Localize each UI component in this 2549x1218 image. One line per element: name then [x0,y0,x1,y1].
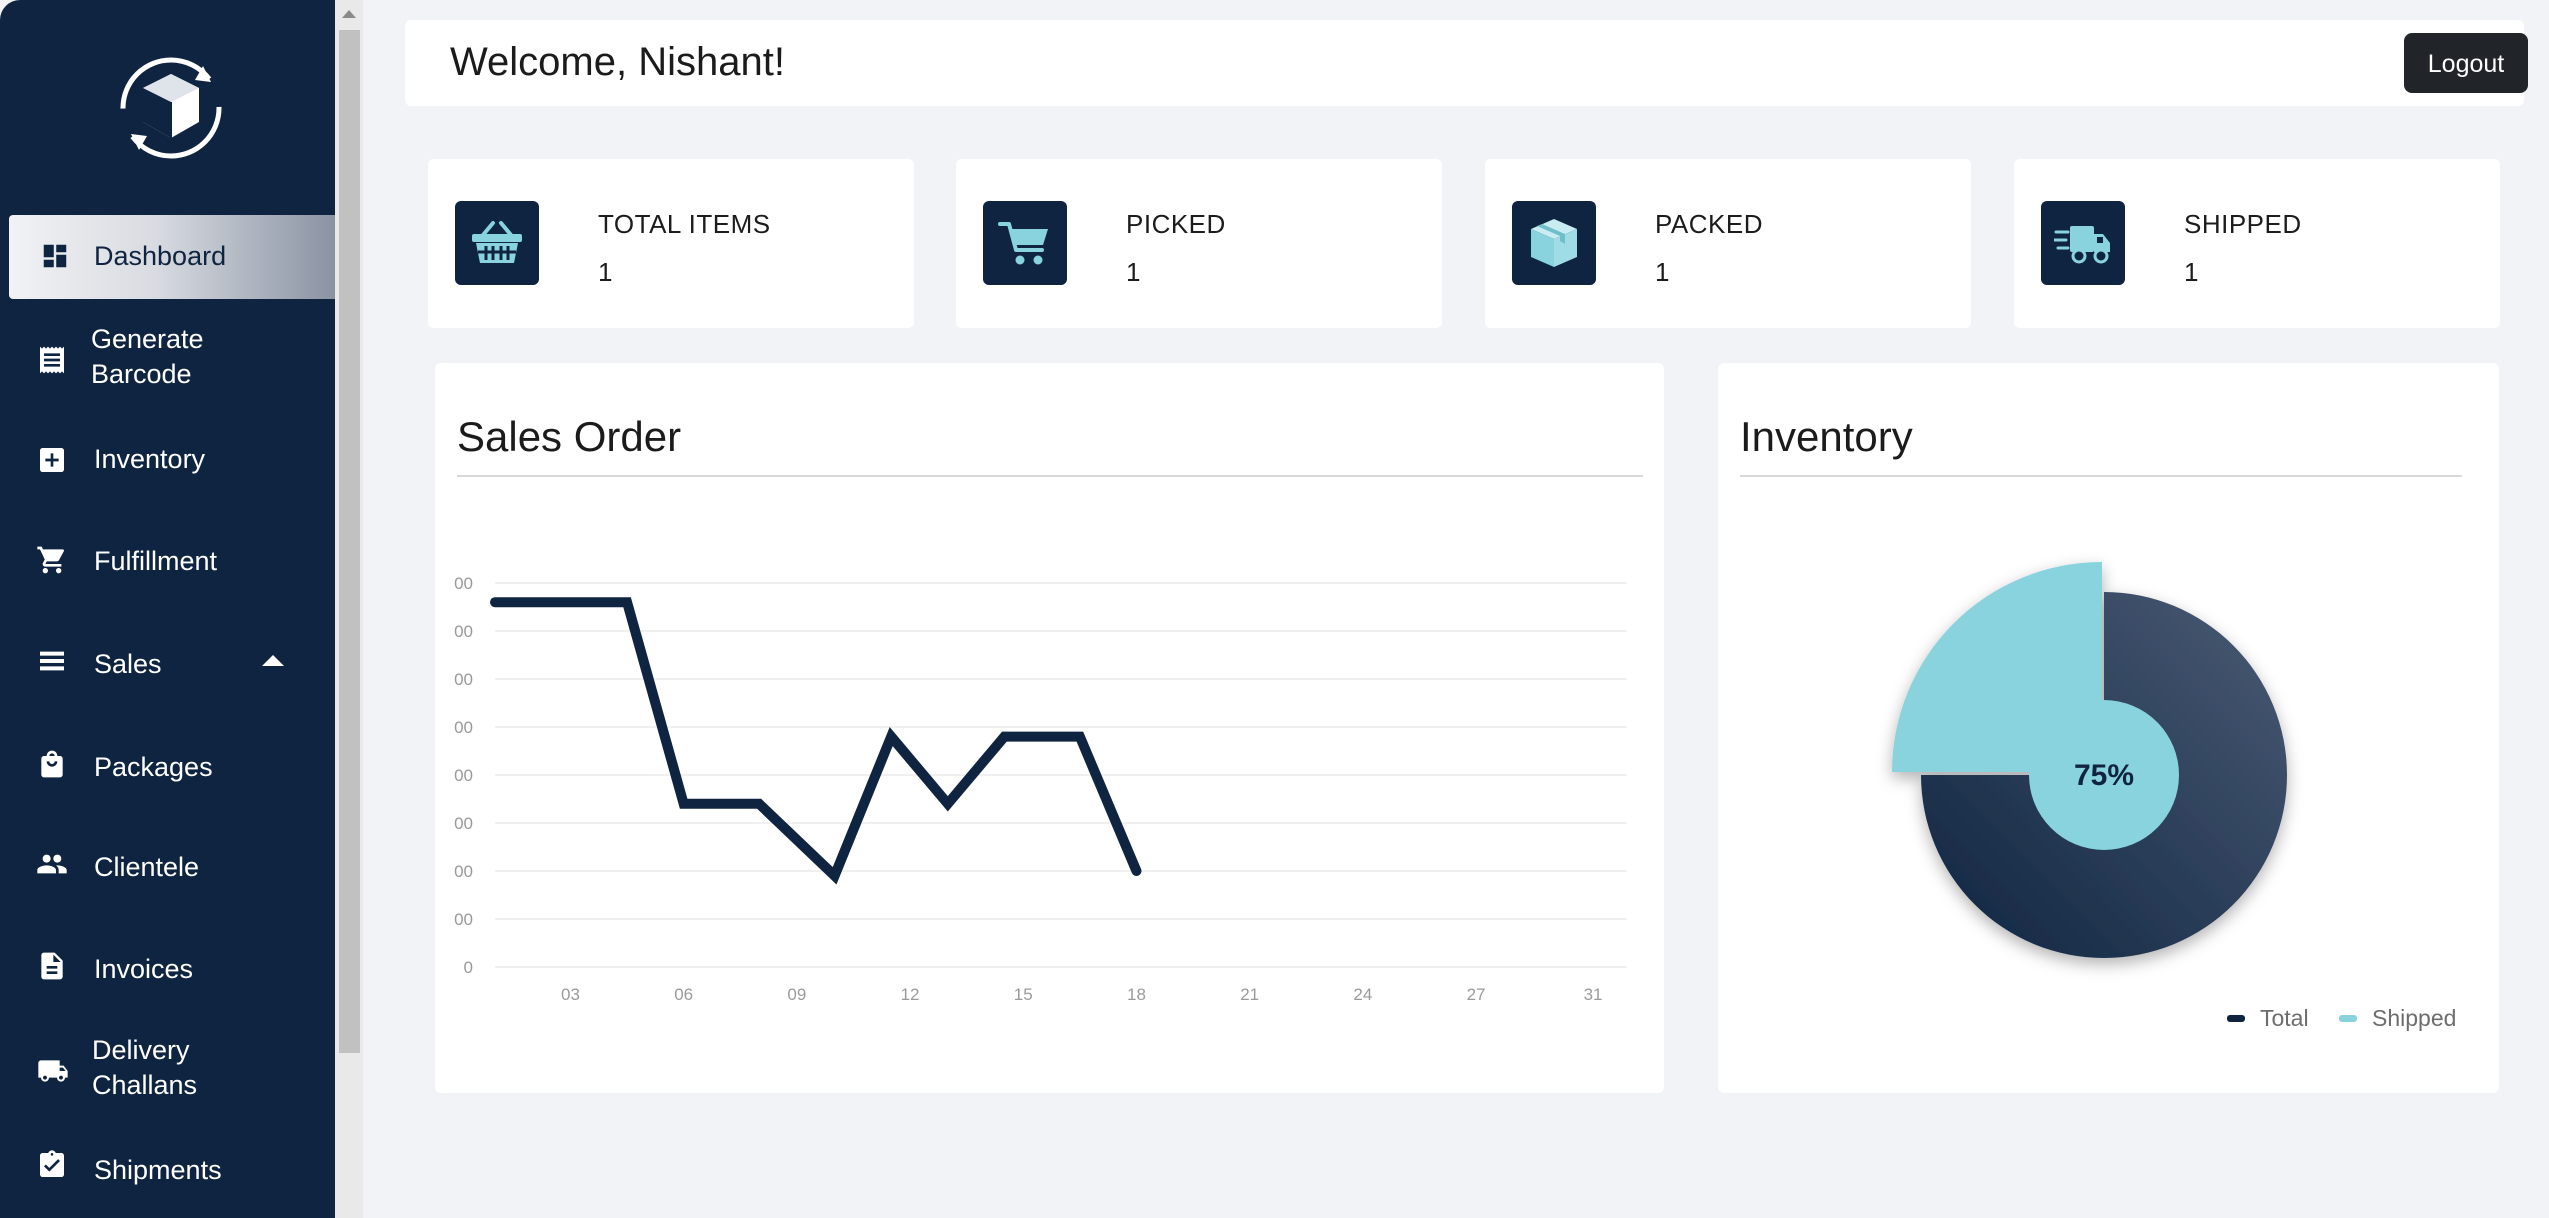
stat-label: TOTAL ITEMS [598,209,771,239]
sidebar-scrollbar[interactable] [335,0,363,1218]
stat-value: 1 [598,257,613,287]
legend-swatch [2227,1015,2245,1022]
clipboard-check-icon [36,1149,68,1181]
x-tick-label: 12 [901,985,920,1004]
sidebar-item-fulfillment[interactable]: Fulfillment [0,544,335,580]
cart-icon [983,201,1067,285]
document-icon [36,950,68,982]
y-tick-label: 00 [454,718,473,737]
x-tick-label: 09 [787,985,806,1004]
series-line [490,597,1142,885]
box-icon [1512,201,1596,285]
y-tick-label: 00 [454,670,473,689]
sidebar-item-packages[interactable]: Packages [0,748,335,784]
y-tick-label: 00 [454,766,473,785]
stat-card-packed: PACKED 1 [1485,159,1971,328]
stat-label: PICKED [1126,209,1226,239]
sidebar-item-delivery-challans[interactable]: Delivery Challans [0,1033,335,1109]
people-icon [36,848,68,880]
stat-value: 1 [1655,257,1670,287]
sidebar-item-label-line2: Barcode [91,359,192,389]
legend-swatch [2339,1015,2357,1022]
sidebar-item-sales[interactable]: Sales [0,645,335,681]
top-header: Welcome, Nishant! Logout [405,20,2528,106]
stat-card-picked: PICKED 1 [956,159,1442,328]
sidebar-item-label: Fulfillment [94,546,218,576]
sales-order-panel: Sales Order 0 00 00 00 00 00 00 00 00 03 06 09 12 15… [435,363,1664,1093]
legend-total[interactable]: Total [2227,1005,2309,1032]
stat-card-shipped: SHIPPED 1 [2014,159,2500,328]
stat-value: 1 [2184,257,2199,287]
donut-center-label: 75% [2074,759,2134,792]
sidebar-item-label: Clientele [94,852,200,882]
legend-label: Total [2260,1005,2309,1031]
x-tick-label: 06 [674,985,693,1004]
shopping-bag-icon [36,748,68,780]
sidebar-item-label-line2: Challans [92,1070,198,1100]
sidebar-item-label-line1: Delivery [92,1035,190,1065]
x-tick-label: 21 [1240,985,1259,1004]
sidebar-item-invoices[interactable]: Invoices [0,950,335,986]
list-icon [36,645,68,677]
sidebar-item-label: Invoices [94,954,194,984]
sidebar-item-label: Packages [94,752,213,782]
stat-label: PACKED [1655,209,1763,239]
truck-icon [36,1055,68,1087]
logout-button[interactable]: Logout [2404,33,2528,93]
sidebar-item-shipments[interactable]: Shipments [0,1150,335,1189]
welcome-message: Welcome, Nishant! [450,40,785,84]
inventory-panel: Inventory 75% Total Shipped [1718,363,2499,1093]
x-tick-label: 24 [1353,985,1372,1004]
stat-card-total-items: TOTAL ITEMS 1 [428,159,914,328]
receipt-icon [36,344,68,376]
scrollbar-thumb[interactable] [339,30,360,1053]
x-tick-label: 03 [561,985,580,1004]
y-tick-label: 00 [454,814,473,833]
y-tick-label: 00 [454,862,473,881]
y-tick-label: 00 [454,910,473,929]
sidebar-item-label: Inventory [94,444,206,474]
stat-label: SHIPPED [2184,209,2302,239]
scroll-up-arrow-icon[interactable] [342,10,356,18]
legend-label: Shipped [2372,1005,2457,1031]
cart-icon [36,544,68,576]
y-tick-label: 00 [454,622,473,641]
sidebar-item-label: Shipments [94,1155,222,1185]
caret-up-icon[interactable] [262,655,284,666]
logo-box-cycle-icon[interactable] [115,52,227,164]
add-box-icon [36,444,68,476]
sales-order-line-chart: 00000000000000000 03 06 09 12 15 18 21 24 27 31 [454,574,1627,1004]
sidebar-item-clientele[interactable]: Clientele [0,848,335,884]
sidebar-item-label-line1: Generate [91,324,204,354]
sidebar-item-dashboard[interactable]: Dashboard [0,195,335,332]
x-tick-label: 15 [1014,985,1033,1004]
x-tick-label: 31 [1584,985,1603,1004]
sidebar: Dashboard Generate Barcode Inventory Ful… [0,0,335,1218]
inventory-donut-chart: 75% [1892,562,2287,958]
x-tick-label: 27 [1467,985,1486,1004]
stat-value: 1 [1126,257,1141,287]
y-tick-label: 0 [464,958,473,977]
basket-icon [455,201,539,285]
sidebar-item-generate-barcode[interactable]: Generate Barcode [0,322,335,398]
fast-truck-icon [2041,201,2125,285]
sidebar-item-label: Sales [94,649,162,679]
x-tick-label: 18 [1127,985,1146,1004]
sidebar-item-label: Dashboard [94,241,227,271]
legend-shipped[interactable]: Shipped [2339,1005,2456,1032]
sidebar-item-inventory[interactable]: Inventory [0,442,335,478]
y-tick-label: 00 [454,574,473,593]
dashboard-icon [40,241,72,273]
